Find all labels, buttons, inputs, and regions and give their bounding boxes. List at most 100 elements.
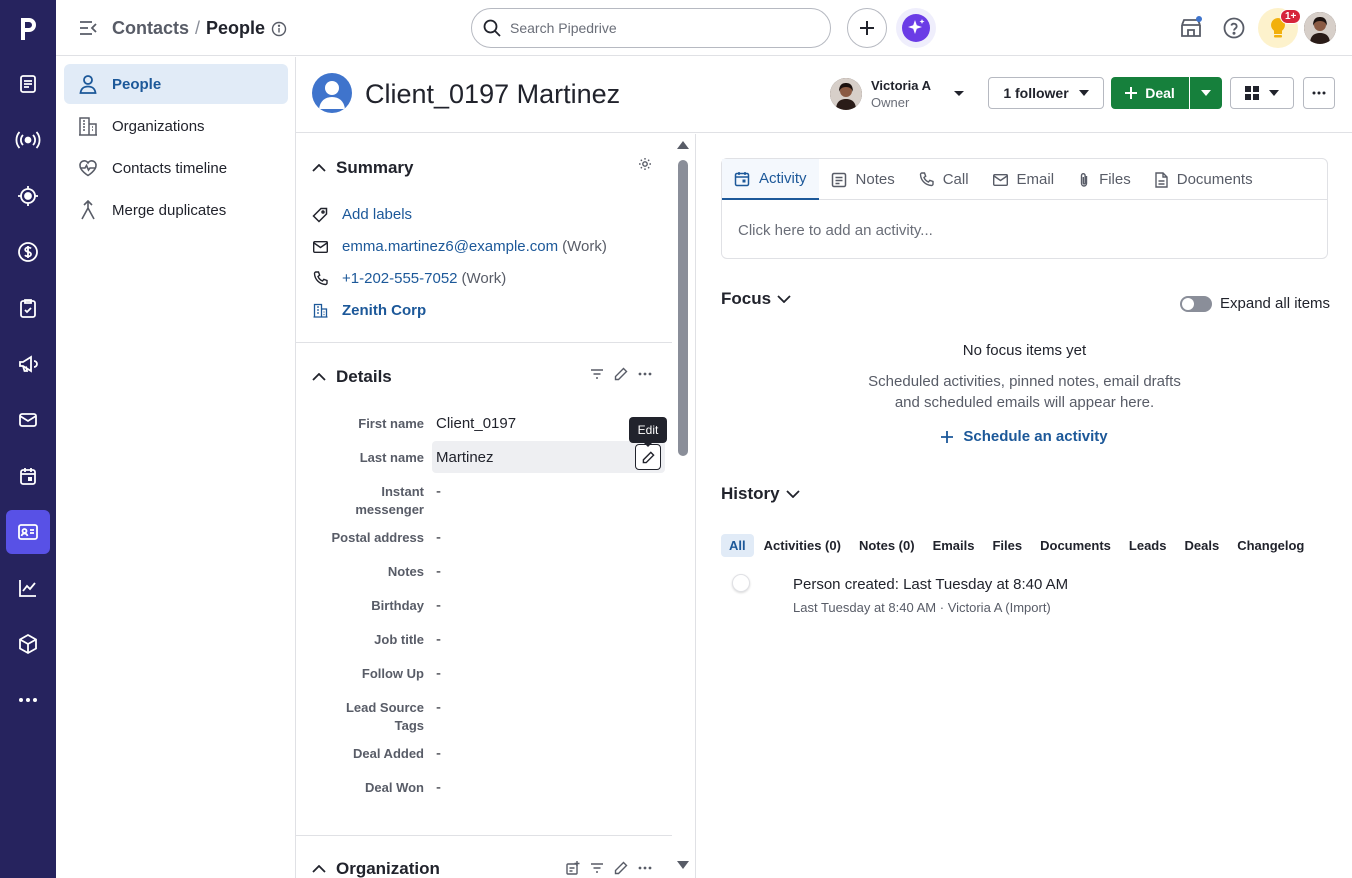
quick-add-button[interactable] [847,8,887,48]
focus-title: Focus [721,289,772,308]
top-bar: Contacts / People 1+ [56,0,1352,56]
filter-changelog[interactable]: Changelog [1229,534,1312,557]
email-link[interactable]: emma.martinez6@example.com [342,238,558,255]
field-notes[interactable]: Notes - [296,563,676,581]
filter-all[interactable]: All [721,534,754,557]
nav-item-organizations[interactable]: Organizations [64,106,288,146]
products-box-icon[interactable] [6,622,50,666]
mail-icon[interactable] [6,398,50,442]
person-name[interactable]: Client_0197 Martinez [365,79,620,110]
tab-call[interactable]: Call [907,159,981,200]
history-header[interactable]: History [721,484,800,504]
add-labels-row[interactable]: Add labels [312,206,412,223]
field-postal-address[interactable]: Postal address - [296,529,676,547]
field-last-name[interactable]: Last name Martinez [296,449,676,467]
calendar-icon[interactable] [6,454,50,498]
add-activity-placeholder[interactable]: Click here to add an activity... [738,222,933,239]
scroll-up-arrow-icon[interactable] [676,140,690,150]
tab-notes[interactable]: Notes [819,159,907,200]
target-icon[interactable] [6,174,50,218]
organization-header[interactable]: Organization [312,859,440,878]
filter-activities[interactable]: Activities (0) [756,534,849,557]
help-icon[interactable] [1222,16,1246,40]
nav-item-merge-duplicates[interactable]: Merge duplicates [64,190,288,230]
deal-label: Deal [1145,85,1175,101]
filter-notes[interactable]: Notes (0) [851,534,923,557]
ai-assistant-button[interactable] [896,8,936,48]
search-input[interactable] [510,20,810,36]
tab-files[interactable]: Files [1066,159,1143,200]
details-header[interactable]: Details [312,367,392,387]
add-deal-button[interactable]: Deal [1111,77,1189,109]
nav-item-people[interactable]: People [64,64,288,104]
follower-button[interactable]: 1 follower [988,77,1104,109]
nav-item-contacts-timeline[interactable]: Contacts timeline [64,148,288,188]
megaphone-icon[interactable] [6,342,50,386]
phone-link[interactable]: +1-202-555-7052 [342,270,458,287]
chevron-up-icon [312,164,326,172]
settings-gear-icon[interactable] [638,157,652,171]
more-horizontal-icon[interactable] [638,866,652,870]
user-avatar[interactable] [1304,12,1336,44]
view-switcher-button[interactable] [1230,77,1294,109]
filter-leads[interactable]: Leads [1121,534,1175,557]
organization-link[interactable]: Zenith Corp [342,302,426,319]
field-lead-source-tags[interactable]: Lead Source Tags - [296,699,676,735]
marketplace-store-icon[interactable] [1179,16,1203,40]
tab-activity[interactable]: Activity [722,159,819,200]
field-first-name[interactable]: First name Client_0197 [296,415,676,433]
tab-email[interactable]: Email [981,159,1067,200]
edit-pencil-icon[interactable] [614,861,628,875]
more-horizontal-icon[interactable] [638,372,652,376]
collapse-menu-icon[interactable] [78,18,98,38]
deals-dollar-icon[interactable] [6,230,50,274]
activity-panel: Activity Notes Call Email Files Document… [697,134,1352,878]
field-instant-messenger[interactable]: Instant messenger - [296,483,676,519]
leads-inbox-icon[interactable] [6,62,50,106]
breadcrumb-contacts[interactable]: Contacts [112,18,189,39]
schedule-activity-link[interactable]: Schedule an activity [721,428,1328,445]
more-actions-button[interactable] [1303,77,1335,109]
pipedrive-logo[interactable] [0,0,56,56]
filter-emails[interactable]: Emails [925,534,983,557]
campaigns-broadcast-icon[interactable] [6,118,50,162]
email-type: (Work) [562,238,607,255]
field-deal-won[interactable]: Deal Won - [296,779,676,797]
scroll-thumb[interactable] [678,160,688,456]
filter-files[interactable]: Files [984,534,1030,557]
search-bar[interactable] [471,8,831,48]
tips-bulb-button[interactable]: 1+ [1258,8,1302,48]
tasks-clipboard-icon[interactable] [6,286,50,330]
grid-icon [1245,86,1259,100]
edit-pencil-icon[interactable] [614,367,628,381]
person-avatar [312,73,352,113]
tab-documents[interactable]: Documents [1143,159,1265,200]
add-labels-link[interactable]: Add labels [342,206,412,223]
deal-dropdown-button[interactable] [1190,77,1222,109]
field-job-title[interactable]: Job title - [296,631,676,649]
toggle-switch[interactable] [1180,295,1212,312]
filter-documents[interactable]: Documents [1032,534,1119,557]
field-follow-up[interactable]: Follow Up - [296,665,676,683]
filter-icon[interactable] [590,863,604,873]
focus-header[interactable]: Focus [721,289,791,309]
filter-deals[interactable]: Deals [1176,534,1227,557]
chevron-up-icon [312,373,326,381]
field-birthday[interactable]: Birthday - [296,597,676,615]
field-label: Deal Added [352,746,424,761]
filter-icon[interactable] [590,369,604,379]
details-scrollbar[interactable] [676,140,690,876]
owner-selector[interactable]: Victoria A Owner [830,77,965,111]
more-horizontal-icon [1312,91,1326,95]
link-organization-icon[interactable] [566,861,580,875]
owner-name: Victoria A [871,78,931,93]
summary-header[interactable]: Summary [312,158,413,178]
contacts-card-icon[interactable] [6,510,50,554]
history-event-time: : Last Tuesday at 8:40 AM [894,576,1069,593]
more-dots-icon[interactable] [6,678,50,722]
scroll-down-arrow-icon[interactable] [676,860,690,870]
info-icon[interactable] [271,21,287,37]
expand-all-toggle[interactable]: Expand all items [1180,295,1330,312]
insights-chart-icon[interactable] [6,566,50,610]
field-deal-added[interactable]: Deal Added - [296,745,676,763]
